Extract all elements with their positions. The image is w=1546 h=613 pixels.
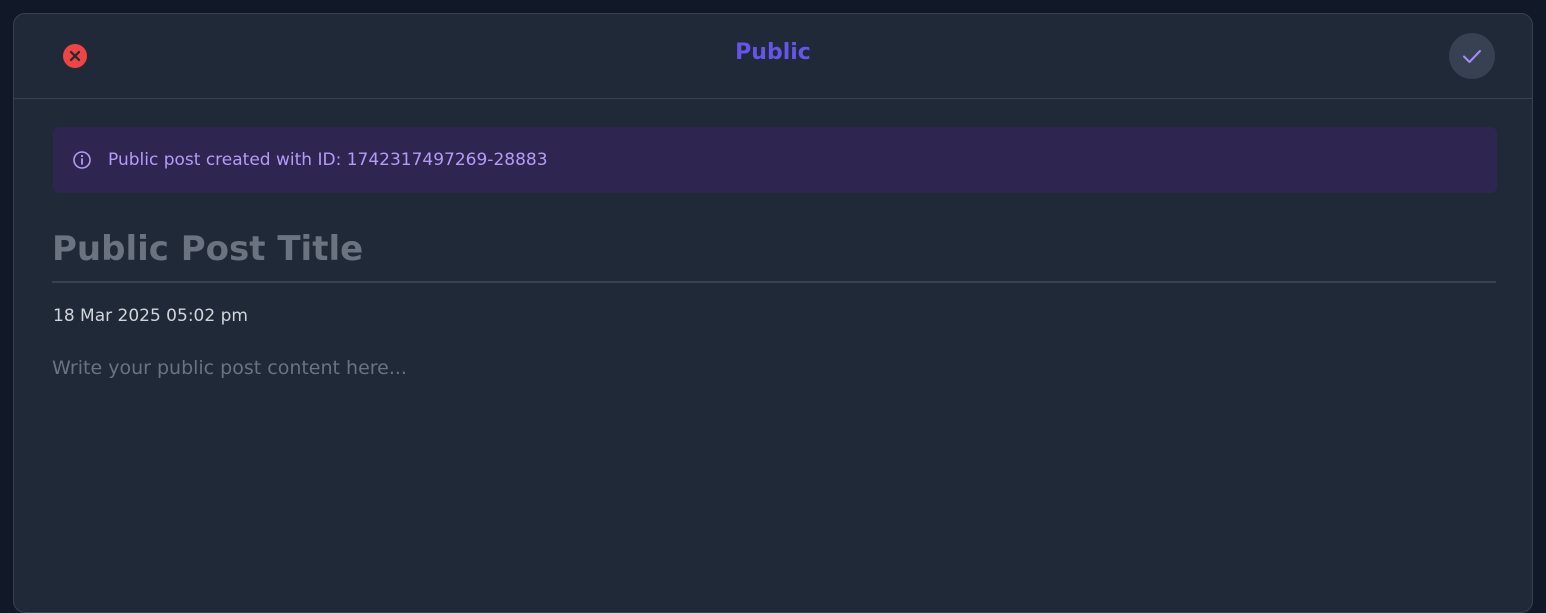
alert-message: Public post created with ID: 17423174972… <box>108 150 548 170</box>
publish-button[interactable] <box>1449 33 1495 79</box>
modal-header: Public <box>14 14 1532 99</box>
info-alert: Public post created with ID: 17423174972… <box>53 127 1497 193</box>
post-editor-modal: Public Public post created with ID: 1742… <box>13 13 1533 613</box>
post-timestamp: 18 Mar 2025 05:02 pm <box>53 306 248 326</box>
post-content-input[interactable] <box>52 357 1496 597</box>
post-title-input[interactable] <box>52 217 1496 283</box>
info-icon <box>72 150 92 170</box>
check-icon <box>1461 45 1483 67</box>
page-title: Public <box>14 40 1532 65</box>
